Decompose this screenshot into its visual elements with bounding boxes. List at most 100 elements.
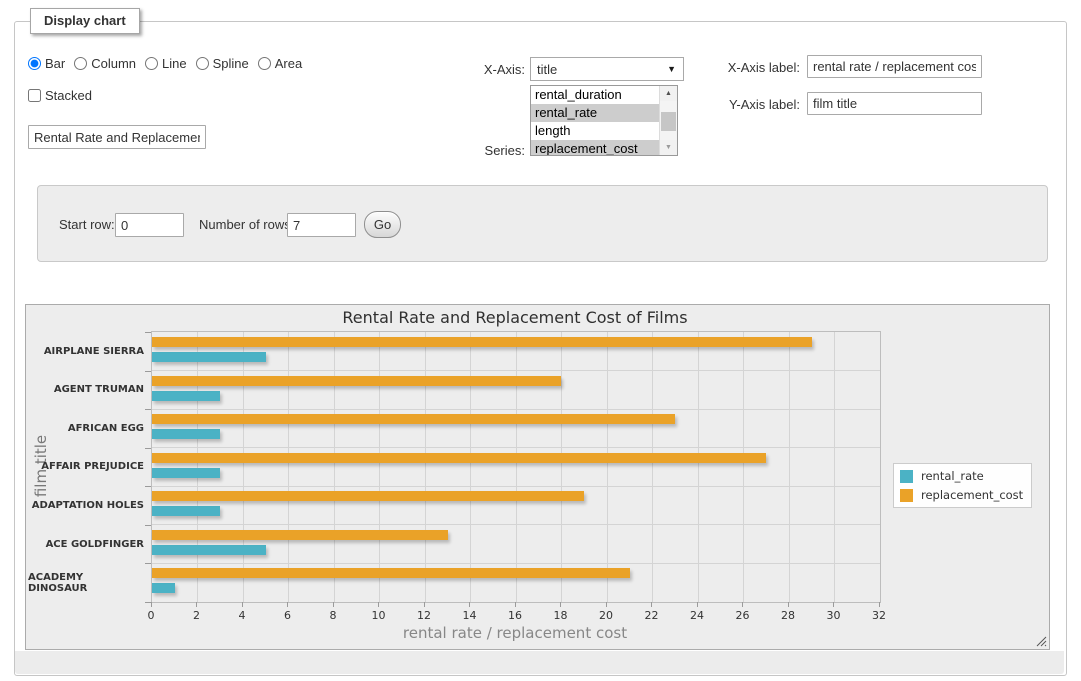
series-option-length[interactable]: length (531, 122, 660, 140)
radio-label: Spline (213, 56, 249, 71)
x-tick (242, 602, 243, 607)
radio-option-line: Line (145, 56, 187, 71)
chart-title-input[interactable] (28, 125, 206, 149)
gridline-v (561, 332, 562, 602)
series-listbox[interactable]: rental_durationrental_ratelengthreplacem… (530, 85, 678, 156)
radio-label: Bar (45, 56, 65, 71)
gridline-v (698, 332, 699, 602)
gridline-v (789, 332, 790, 602)
x-tick-label: 16 (495, 609, 535, 622)
x-axis-selected-value: title (537, 62, 557, 77)
x-tick-label: 24 (677, 609, 717, 622)
radio-area[interactable] (258, 57, 271, 70)
category-label: ADAPTATION HOLES (28, 486, 144, 525)
x-axis-title: rental rate / replacement cost (151, 624, 879, 642)
category-label: ACADEMY DINOSAUR (28, 563, 144, 602)
x-tick-label: 22 (632, 609, 672, 622)
x-tick-label: 30 (814, 609, 854, 622)
dropdown-arrow-icon: ▼ (667, 64, 676, 74)
gridline-h (152, 447, 880, 448)
legend-item-rental_rate: rental_rate (900, 469, 1023, 483)
x-tick (833, 602, 834, 607)
bar-rental_rate (152, 391, 220, 401)
series-option-replacement_cost[interactable]: replacement_cost (531, 140, 660, 156)
x-tick (560, 602, 561, 607)
gridline-v (607, 332, 608, 602)
gridline-v (379, 332, 380, 602)
radio-bar[interactable] (28, 57, 41, 70)
resize-handle-icon[interactable] (1035, 635, 1047, 647)
radio-label: Column (91, 56, 136, 71)
bar-rental_rate (152, 429, 220, 439)
gridline-v (516, 332, 517, 602)
radio-option-column: Column (74, 56, 136, 71)
bar-rental_rate (152, 468, 220, 478)
series-option-rental_duration[interactable]: rental_duration (531, 86, 660, 104)
x-tick-label: 0 (131, 609, 171, 622)
chart-type-radio-group: Bar Column Line Spline Area (28, 56, 311, 71)
radio-spline[interactable] (196, 57, 209, 70)
radio-label: Area (275, 56, 302, 71)
gridline-v (834, 332, 835, 602)
series-caption: Series: (440, 143, 525, 158)
rows-panel: Start row: Number of rows: Go (37, 185, 1048, 262)
chart-container: Rental Rate and Replacement Cost of Film… (25, 304, 1050, 650)
num-rows-input[interactable] (287, 213, 356, 237)
x-axis-select[interactable]: title ▼ (530, 57, 684, 81)
x-tick-label: 28 (768, 609, 808, 622)
x-tick (196, 602, 197, 607)
x-tick-label: 6 (268, 609, 308, 622)
chart-title: Rental Rate and Replacement Cost of Film… (151, 308, 879, 327)
chart-legend: rental_rate replacement_cost (893, 463, 1032, 508)
category-labels: AIRPLANE SIERRAAGENT TRUMANAFRICAN EGGAF… (28, 332, 144, 602)
plot-area (151, 331, 881, 603)
bar-replacement_cost (152, 491, 584, 501)
go-button[interactable]: Go (364, 211, 401, 238)
x-tick-label: 14 (450, 609, 490, 622)
scrollbar-down-icon[interactable]: ▼ (660, 140, 677, 155)
gridline-v (288, 332, 289, 602)
gridline-h (152, 409, 880, 410)
radio-option-area: Area (258, 56, 302, 71)
x-axis-label-caption: X-Axis label: (688, 60, 800, 75)
gridline-v (425, 332, 426, 602)
radio-column[interactable] (74, 57, 87, 70)
series-options: rental_durationrental_ratelengthreplacem… (531, 86, 660, 156)
start-row-input[interactable] (115, 213, 184, 237)
scrollbar-up-icon[interactable]: ▲ (660, 86, 677, 101)
stacked-checkbox[interactable] (28, 89, 41, 102)
stacked-row: Stacked (28, 88, 92, 103)
stacked-label: Stacked (45, 88, 92, 103)
bar-replacement_cost (152, 453, 766, 463)
legend-swatch (900, 489, 913, 502)
x-tick (424, 602, 425, 607)
gridline-h (152, 370, 880, 371)
bar-replacement_cost (152, 337, 812, 347)
x-tick (287, 602, 288, 607)
category-label: AFRICAN EGG (28, 409, 144, 448)
x-tick (879, 602, 880, 607)
x-tick-label: 10 (359, 609, 399, 622)
x-tick (742, 602, 743, 607)
gridline-h (152, 524, 880, 525)
x-tick (788, 602, 789, 607)
scrollbar-thumb[interactable] (661, 112, 676, 131)
radio-option-bar: Bar (28, 56, 65, 71)
y-axis-label-input[interactable] (807, 92, 982, 115)
radio-line[interactable] (145, 57, 158, 70)
category-label: AFFAIR PREJUDICE (28, 448, 144, 487)
x-tick (151, 602, 152, 607)
bar-rental_rate (152, 545, 266, 555)
y-axis-label-caption: Y-Axis label: (688, 97, 800, 112)
listbox-scrollbar[interactable]: ▲ ▼ (659, 86, 677, 155)
radio-option-spline: Spline (196, 56, 249, 71)
legend-label: replacement_cost (921, 488, 1023, 502)
x-tick-label: 20 (586, 609, 626, 622)
x-axis-label-input[interactable] (807, 55, 982, 78)
series-option-rental_rate[interactable]: rental_rate (531, 104, 660, 122)
gridline-v (243, 332, 244, 602)
category-label: AGENT TRUMAN (28, 371, 144, 410)
bar-rental_rate (152, 583, 175, 593)
x-tick-label: 2 (177, 609, 217, 622)
fieldset-legend: Display chart (30, 8, 140, 34)
